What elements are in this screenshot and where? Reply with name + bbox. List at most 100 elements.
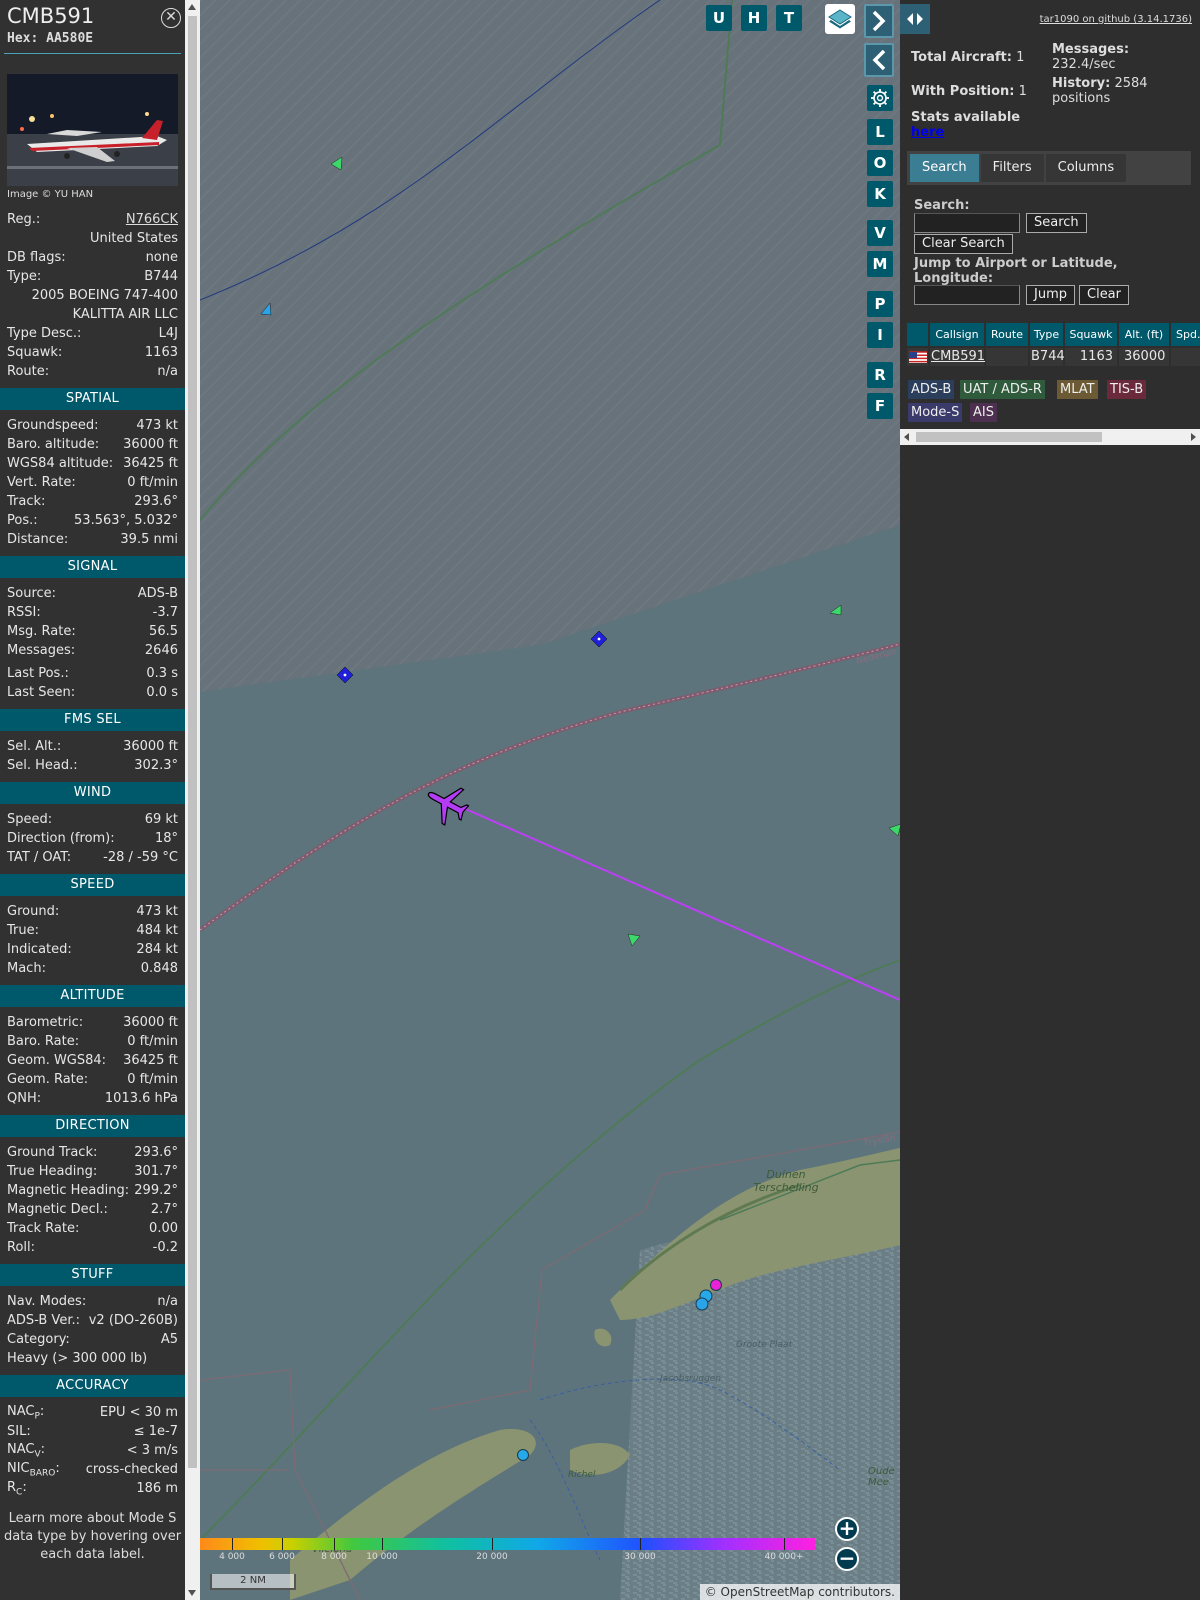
- detail-label[interactable]: Pos.:: [7, 513, 38, 528]
- toggle-v-button[interactable]: V: [867, 220, 893, 246]
- toggle-u-button[interactable]: U: [706, 5, 732, 31]
- detail-label[interactable]: Geom. Rate:: [7, 1072, 88, 1087]
- zoom-out-button[interactable]: −: [835, 1547, 859, 1571]
- detail-label[interactable]: Roll:: [7, 1240, 35, 1255]
- registration-link[interactable]: N766CK: [126, 212, 178, 227]
- detail-label[interactable]: QNH:: [7, 1091, 41, 1106]
- detail-label[interactable]: Magnetic Decl.:: [7, 1202, 108, 1217]
- detail-label[interactable]: True Heading:: [7, 1164, 97, 1179]
- close-icon[interactable]: ✕: [161, 8, 181, 28]
- detail-label[interactable]: Barometric:: [7, 1015, 83, 1030]
- toggle-h-button[interactable]: H: [741, 5, 767, 31]
- table-header-route[interactable]: Route: [986, 323, 1028, 346]
- scroll-down-icon[interactable]: [188, 1590, 196, 1596]
- detail-label[interactable]: Reg.:: [7, 212, 40, 227]
- selected-plane-icon[interactable]: [424, 780, 472, 828]
- detail-label[interactable]: Magnetic Heading:: [7, 1183, 129, 1198]
- detail-label[interactable]: Baro. Rate:: [7, 1034, 79, 1049]
- scroll-thumb[interactable]: [916, 432, 1102, 442]
- detail-label[interactable]: RC:: [7, 1480, 27, 1498]
- detail-label[interactable]: Category:: [7, 1332, 70, 1347]
- table-header-squawk[interactable]: Squawk: [1065, 323, 1117, 346]
- prev-aircraft-button[interactable]: [864, 43, 894, 77]
- toggle-i-button[interactable]: I: [867, 322, 893, 348]
- scroll-thumb[interactable]: [188, 16, 197, 1468]
- search-button[interactable]: Search: [1026, 213, 1087, 233]
- table-horizontal-scrollbar[interactable]: [900, 429, 1200, 445]
- detail-label[interactable]: WGS84 altitude:: [7, 456, 113, 471]
- detail-label[interactable]: Vert. Rate:: [7, 475, 76, 490]
- detail-label[interactable]: Track Rate:: [7, 1221, 79, 1236]
- next-aircraft-button[interactable]: [864, 4, 894, 38]
- detail-label[interactable]: Last Seen:: [7, 685, 75, 700]
- detail-label[interactable]: DB flags:: [7, 250, 66, 265]
- detail-label[interactable]: Route:: [7, 364, 49, 379]
- detail-label[interactable]: Direction (from):: [7, 831, 115, 846]
- detail-label[interactable]: Mach:: [7, 961, 46, 976]
- toggle-m-button[interactable]: M: [867, 251, 893, 277]
- ground-vehicle-icon[interactable]: [591, 631, 607, 647]
- detail-label[interactable]: ADS-B Ver.:: [7, 1313, 80, 1328]
- detail-label[interactable]: Speed:: [7, 812, 52, 827]
- detail-label[interactable]: Squawk:: [7, 345, 62, 360]
- tab-search[interactable]: Search: [910, 154, 979, 182]
- toggle-t-button[interactable]: T: [776, 5, 802, 31]
- layers-button[interactable]: [825, 4, 855, 34]
- detail-label[interactable]: Nav. Modes:: [7, 1294, 86, 1309]
- row-callsign[interactable]: CMB591: [930, 348, 985, 366]
- detail-label[interactable]: Type:: [7, 269, 41, 284]
- search-input[interactable]: [914, 213, 1020, 233]
- detail-label[interactable]: Messages:: [7, 643, 75, 658]
- detail-label[interactable]: NICBARO:: [7, 1461, 60, 1479]
- map-view[interactable]: Duinen Terschelling Groote Plaat Jacobsr…: [200, 0, 900, 1600]
- detail-label[interactable]: Geom. WGS84:: [7, 1053, 106, 1068]
- github-link[interactable]: tar1090 on github (3.14.1736): [1040, 14, 1192, 25]
- table-header-altitude[interactable]: Alt. (ft): [1119, 323, 1169, 346]
- detail-label[interactable]: Source:: [7, 586, 56, 601]
- table-header-callsign[interactable]: Callsign: [930, 323, 984, 346]
- jump-button[interactable]: Jump: [1026, 285, 1075, 305]
- detail-label[interactable]: Groundspeed:: [7, 418, 98, 433]
- aircraft-marker-icon[interactable]: [888, 822, 900, 838]
- toggle-p-button[interactable]: P: [867, 291, 893, 317]
- aircraft-marker-icon[interactable]: [328, 156, 344, 172]
- detail-label[interactable]: Last Pos.:: [7, 666, 69, 681]
- map-attribution[interactable]: © OpenStreetMap contributors.: [699, 1584, 900, 1600]
- detail-label[interactable]: TAT / OAT:: [7, 850, 71, 865]
- detail-label[interactable]: NACV:: [7, 1442, 45, 1460]
- toggle-r-button[interactable]: R: [867, 362, 893, 388]
- table-header-type[interactable]: Type: [1030, 323, 1063, 346]
- detail-label[interactable]: Msg. Rate:: [7, 624, 76, 639]
- aircraft-marker-icon[interactable]: [827, 604, 843, 620]
- detail-label[interactable]: Track:: [7, 494, 45, 509]
- detail-label[interactable]: NACP:: [7, 1404, 44, 1422]
- scroll-left-icon[interactable]: [904, 433, 909, 441]
- table-header-speed[interactable]: Spd.: [1171, 323, 1200, 346]
- detail-label[interactable]: Baro. altitude:: [7, 437, 99, 452]
- ground-vehicle-icon[interactable]: [337, 667, 353, 683]
- detail-label[interactable]: RSSI:: [7, 605, 41, 620]
- clear-jump-button[interactable]: Clear: [1079, 285, 1129, 305]
- sidebar-scrollbar[interactable]: [185, 0, 200, 1600]
- scroll-up-icon[interactable]: [188, 4, 196, 10]
- aircraft-marker-icon[interactable]: [626, 932, 642, 948]
- zoom-in-button[interactable]: +: [835, 1517, 859, 1541]
- scroll-right-icon[interactable]: [1191, 433, 1196, 441]
- detail-label[interactable]: Heavy (> 300 000 lb): [7, 1351, 147, 1366]
- detail-label[interactable]: Type Desc.:: [7, 326, 81, 341]
- detail-label[interactable]: Sel. Alt.:: [7, 739, 61, 754]
- jump-input[interactable]: [914, 285, 1020, 305]
- vessel-marker-icon[interactable]: [516, 1448, 530, 1462]
- toggle-k-button[interactable]: K: [867, 181, 893, 207]
- detail-label[interactable]: Sel. Head.:: [7, 758, 78, 773]
- clear-search-button[interactable]: Clear Search: [914, 234, 1013, 254]
- aircraft-marker-icon[interactable]: [258, 302, 274, 318]
- tab-columns[interactable]: Columns: [1045, 154, 1127, 182]
- detail-label[interactable]: Distance:: [7, 532, 68, 547]
- aircraft-photo[interactable]: [7, 74, 178, 186]
- detail-label[interactable]: Ground Track:: [7, 1145, 97, 1160]
- toggle-l-button[interactable]: L: [867, 119, 893, 145]
- toggle-o-button[interactable]: O: [867, 150, 893, 176]
- toggle-sidebar-button[interactable]: [900, 4, 930, 34]
- detail-label[interactable]: Ground:: [7, 904, 59, 919]
